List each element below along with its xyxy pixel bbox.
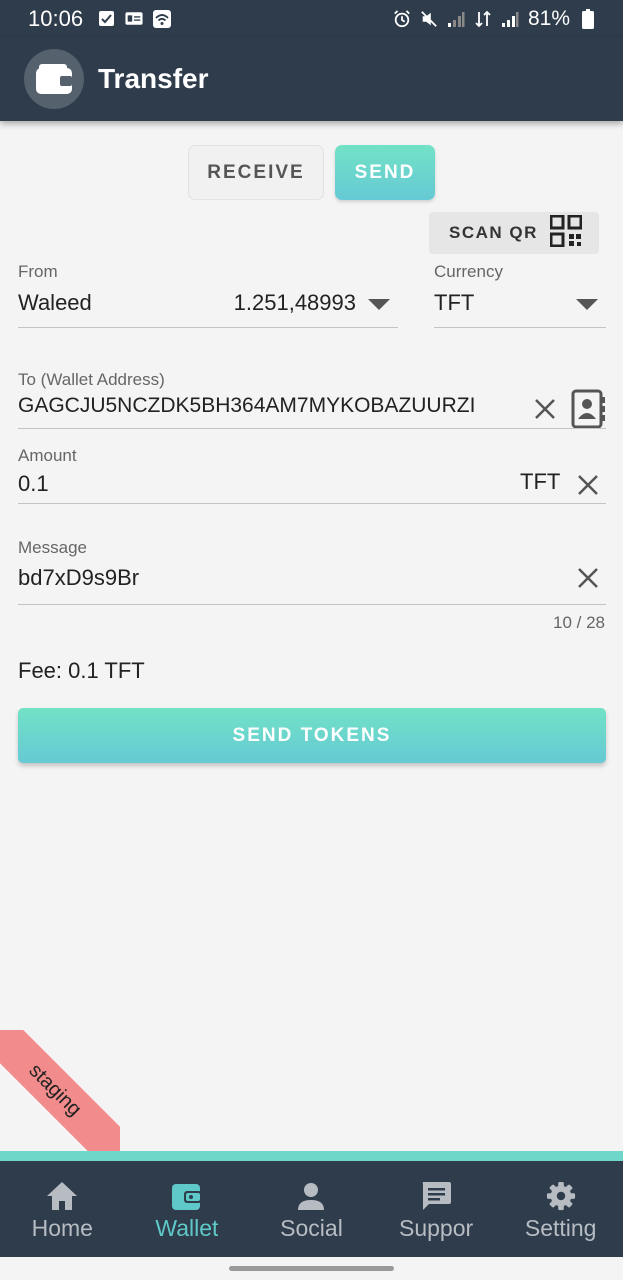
nav-label-home: Home bbox=[31, 1215, 93, 1241]
nav-accent-bar bbox=[0, 1151, 623, 1161]
alarm-icon bbox=[393, 9, 411, 28]
to-underline bbox=[18, 428, 606, 429]
clear-address-icon[interactable] bbox=[532, 396, 558, 422]
nav-item-support[interactable]: Suppor bbox=[374, 1161, 499, 1257]
to-address-value: GAGCJU5NCZDK5BH364AM7MYKOBAZUURZI bbox=[18, 394, 476, 417]
currency-underline bbox=[434, 327, 606, 328]
mute-icon bbox=[420, 10, 438, 28]
message-underline bbox=[18, 604, 606, 605]
status-notification-icons bbox=[97, 9, 172, 28]
address-book-icon[interactable] bbox=[570, 389, 606, 429]
nav-item-social[interactable]: Social bbox=[249, 1161, 374, 1257]
person-icon bbox=[298, 1183, 325, 1210]
wallet-icon bbox=[171, 1184, 202, 1210]
wallet-logo-icon bbox=[24, 49, 84, 109]
battery-icon bbox=[579, 8, 597, 29]
to-label: To (Wallet Address) bbox=[18, 370, 165, 389]
nav-label-wallet: Wallet bbox=[155, 1215, 219, 1241]
nav-label-social: Social bbox=[280, 1215, 343, 1241]
gear-icon bbox=[546, 1181, 575, 1211]
clear-amount-icon[interactable] bbox=[575, 472, 601, 498]
tab-receive[interactable]: RECEIVE bbox=[188, 145, 324, 200]
nav-item-wallet[interactable]: Wallet bbox=[125, 1161, 250, 1257]
nav-label-settings: Setting bbox=[524, 1215, 597, 1241]
scan-qr-button[interactable]: SCAN QR bbox=[429, 212, 599, 254]
status-time: 10:06 bbox=[28, 5, 84, 31]
from-balance: 1.251,48993 bbox=[233, 290, 356, 315]
nav-label-support: Suppor bbox=[398, 1215, 474, 1241]
currency-dropdown-icon bbox=[576, 299, 598, 310]
message-value: bd7xD9s9Br bbox=[18, 565, 140, 590]
app-bar: Transfer bbox=[0, 37, 623, 121]
message-char-counter: 10 / 28 bbox=[553, 613, 605, 632]
nav-item-home[interactable]: Home bbox=[0, 1161, 125, 1257]
send-tokens-button[interactable]: SEND TOKENS bbox=[18, 708, 606, 763]
signal-2-icon bbox=[501, 10, 519, 28]
clear-message-icon[interactable] bbox=[575, 565, 601, 591]
data-transfer-icon bbox=[474, 10, 492, 28]
from-wallet-name: Waleed bbox=[18, 290, 92, 315]
from-select[interactable]: Waleed 1.251,48993 bbox=[18, 284, 398, 328]
battery-percent: 81% bbox=[527, 6, 570, 30]
amount-input[interactable]: 0.1 bbox=[18, 466, 498, 502]
from-underline bbox=[18, 327, 398, 328]
scan-qr-label: SCAN QR bbox=[449, 223, 538, 242]
amount-value: 0.1 bbox=[18, 471, 49, 496]
card-notification-icon bbox=[125, 10, 143, 28]
tab-send[interactable]: SEND bbox=[335, 145, 435, 200]
currency-label: Currency bbox=[434, 262, 503, 281]
staging-ribbon: staging bbox=[0, 1030, 120, 1151]
nav-item-settings[interactable]: Setting bbox=[498, 1161, 623, 1257]
amount-underline bbox=[18, 503, 606, 504]
currency-select[interactable]: TFT bbox=[434, 284, 606, 328]
wifi-notification-icon bbox=[153, 9, 172, 28]
signal-1-icon bbox=[447, 10, 465, 28]
home-icon bbox=[47, 1182, 78, 1210]
from-dropdown-icon bbox=[368, 299, 390, 310]
qr-code-icon bbox=[549, 214, 583, 252]
amount-unit: TFT bbox=[520, 469, 561, 494]
message-label: Message bbox=[18, 538, 87, 557]
to-address-input[interactable]: GAGCJU5NCZDK5BH364AM7MYKOBAZUURZI bbox=[18, 390, 526, 426]
checkbox-notification-icon bbox=[97, 10, 115, 28]
fee-text: Fee: 0.1 TFT bbox=[18, 658, 145, 683]
from-label: From bbox=[18, 262, 58, 281]
amount-label: Amount bbox=[18, 446, 77, 465]
status-system-icons: 81% bbox=[393, 7, 597, 31]
message-input[interactable]: bd7xD9s9Br bbox=[18, 560, 558, 596]
page-title: Transfer bbox=[98, 63, 209, 94]
home-gesture-bar[interactable] bbox=[229, 1266, 394, 1271]
chat-icon bbox=[422, 1182, 452, 1210]
staging-ribbon-label: staging bbox=[24, 1059, 86, 1121]
currency-value: TFT bbox=[434, 290, 475, 315]
status-bar: 10:06 81% bbox=[0, 0, 623, 37]
bottom-navigation: Home Wallet Social Suppor Setting bbox=[0, 1161, 623, 1257]
